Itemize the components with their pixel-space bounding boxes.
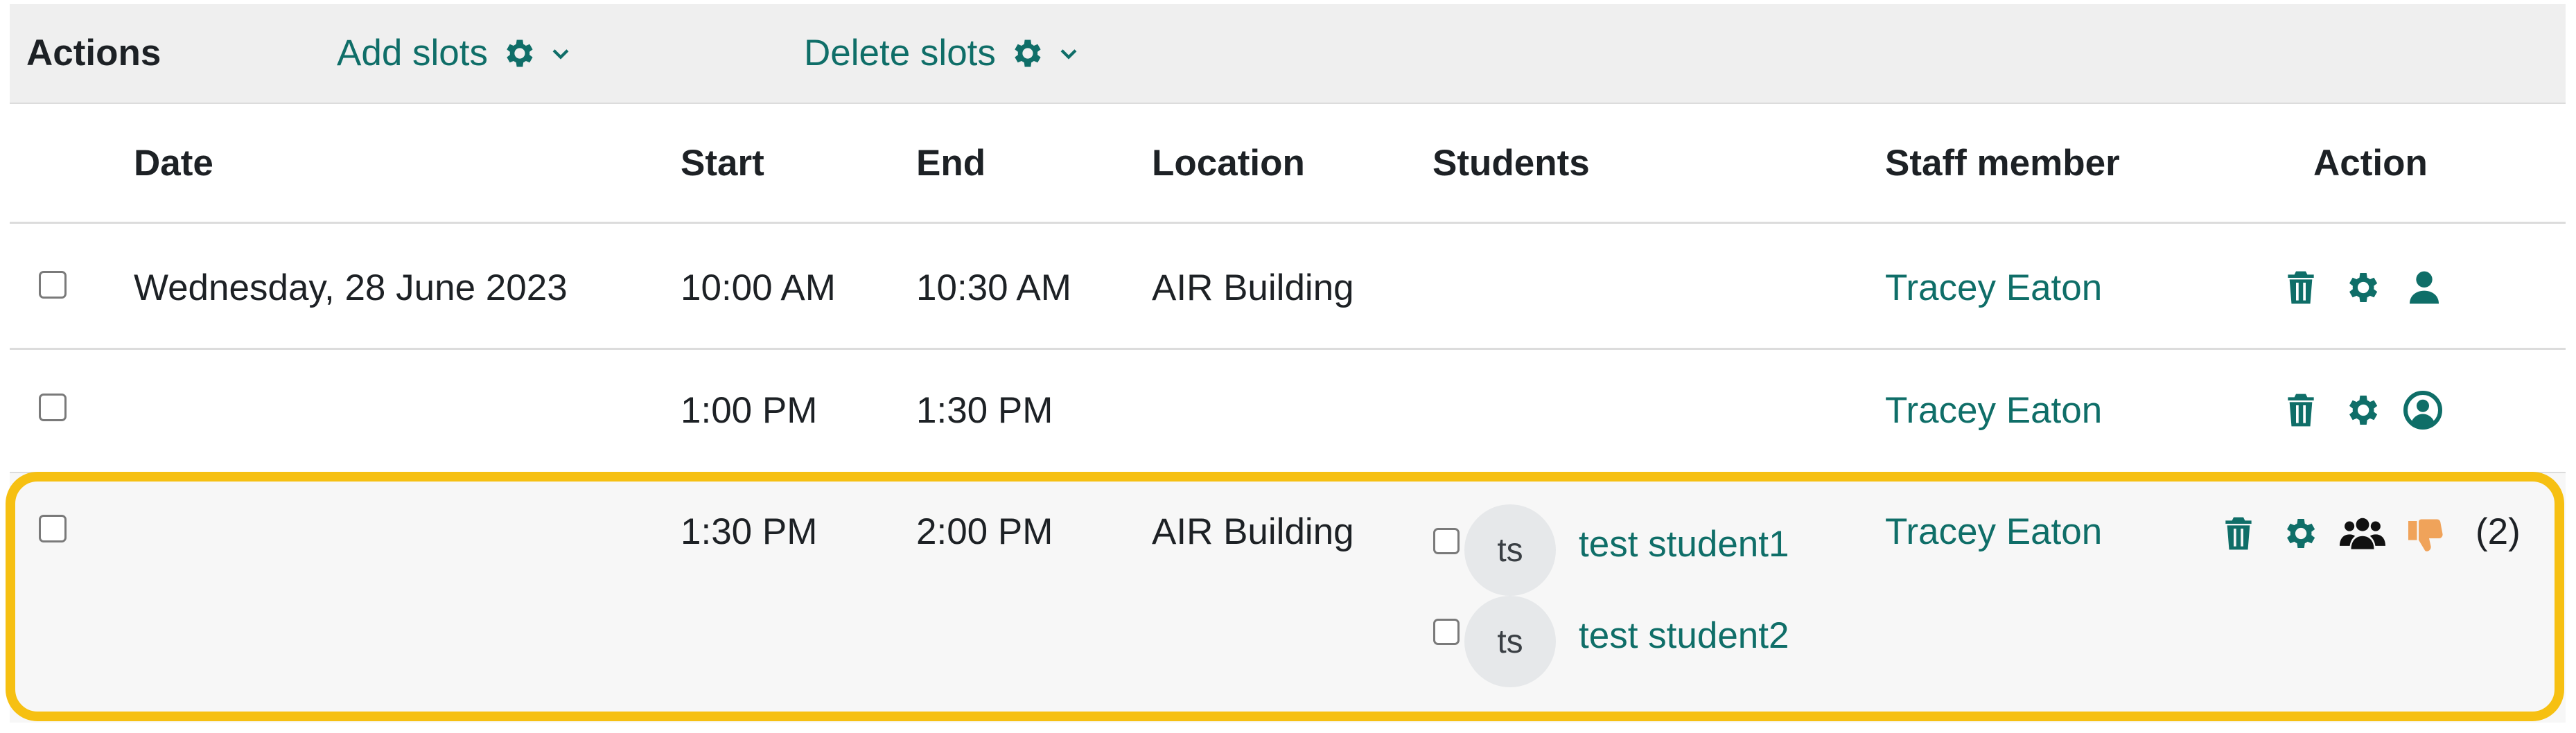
gear-icon[interactable]: [2342, 268, 2381, 307]
actions-label: Actions: [26, 33, 161, 73]
row-location: AIR Building: [1152, 267, 1354, 308]
student-link[interactable]: test student1: [1579, 523, 1789, 565]
header-action: Action: [2313, 143, 2428, 184]
add-slots-label: Add slots: [337, 33, 489, 73]
user-icon[interactable]: [2405, 268, 2444, 307]
row-checkbox[interactable]: [39, 271, 67, 299]
actions-bar: Actions Add slots Delete slots: [10, 4, 2566, 104]
header-staff: Staff member: [1885, 143, 2120, 184]
delete-slots-dropdown[interactable]: Delete slots: [804, 32, 1080, 74]
trash-icon[interactable]: [2281, 391, 2320, 430]
add-slots-dropdown[interactable]: Add slots: [337, 32, 572, 74]
delete-slots-label: Delete slots: [804, 33, 996, 73]
users-icon[interactable]: [2340, 511, 2385, 554]
staff-link[interactable]: Tracey Eaton: [1885, 267, 2102, 309]
gear-icon: [507, 39, 533, 67]
row-start: 1:00 PM: [681, 390, 818, 431]
gear-icon[interactable]: [2342, 391, 2381, 430]
staff-link[interactable]: Tracey Eaton: [1885, 511, 2102, 553]
trash-icon[interactable]: [2219, 514, 2258, 553]
row-end: 2:00 PM: [916, 511, 1053, 552]
gear-icon[interactable]: [2280, 514, 2319, 553]
header-divider: [10, 222, 2566, 224]
header-location: Location: [1152, 143, 1305, 184]
row-checkbox[interactable]: [39, 394, 67, 421]
header-end: End: [916, 143, 986, 184]
student-checkbox[interactable]: [1433, 619, 1460, 645]
avatar: ts: [1464, 504, 1556, 596]
row-end: 10:30 AM: [916, 267, 1071, 308]
header-date: Date: [134, 143, 213, 184]
header-start: Start: [681, 143, 764, 184]
header-students: Students: [1432, 143, 1590, 184]
student-count: (2): [2476, 511, 2521, 552]
row-end: 1:30 PM: [916, 390, 1053, 431]
student-checkbox[interactable]: [1433, 528, 1460, 554]
row-start: 1:30 PM: [681, 511, 818, 552]
row-location: AIR Building: [1152, 511, 1354, 552]
thumbs-down-icon[interactable]: [2405, 514, 2446, 556]
student-link[interactable]: test student2: [1579, 615, 1789, 657]
row-divider: [10, 348, 2566, 350]
trash-icon[interactable]: [2281, 268, 2320, 307]
row-checkbox[interactable]: [39, 515, 67, 542]
user-circle-icon[interactable]: [2402, 389, 2444, 431]
avatar: ts: [1464, 596, 1556, 687]
staff-link[interactable]: Tracey Eaton: [1885, 389, 2102, 432]
row-date: Wednesday, 28 June 2023: [134, 267, 568, 308]
gear-icon: [1015, 39, 1041, 67]
chevron-down-icon: [552, 48, 569, 60]
row-start: 10:00 AM: [681, 267, 836, 308]
chevron-down-icon: [1060, 48, 1077, 60]
